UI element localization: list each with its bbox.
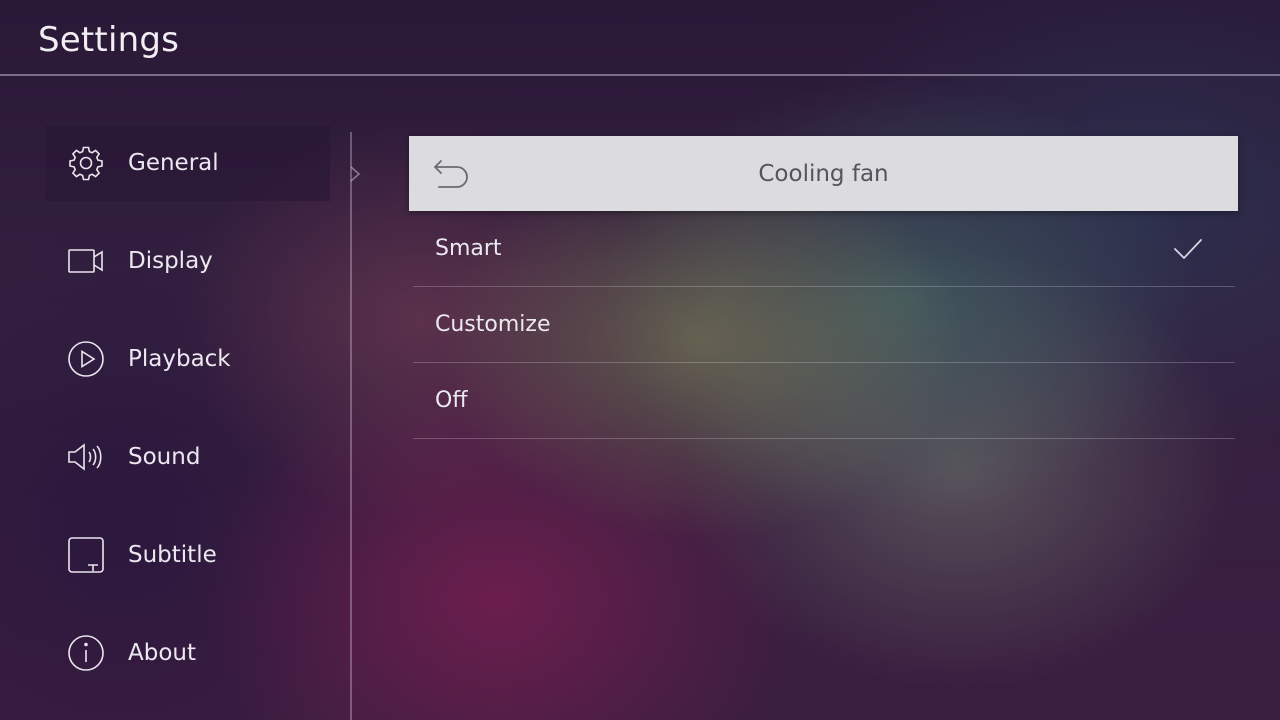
sidebar-item-sound[interactable]: Sound [46,419,330,495]
play-icon [66,339,106,379]
sidebar-item-label: About [128,640,197,666]
option-label: Off [435,388,468,413]
option-customize[interactable]: Customize [413,287,1235,363]
cooling-fan-panel: Cooling fan Smart Customize Off [409,136,1238,439]
display-icon [66,241,106,281]
sidebar: General Display Playback Sound Subtitle … [46,125,346,713]
checkmark-icon [1174,239,1202,259]
active-item-arrow-icon [350,166,361,182]
option-list: Smart Customize Off [413,211,1235,439]
sidebar-item-label: Subtitle [128,542,217,568]
sidebar-item-subtitle[interactable]: Subtitle [46,517,330,593]
option-off[interactable]: Off [413,363,1235,439]
subtitle-icon [66,535,106,575]
top-bar: Settings [0,0,1280,76]
sidebar-item-about[interactable]: About [46,615,330,691]
panel-title: Cooling fan [758,160,889,187]
settings-screen: Settings General Display Playback Sound … [0,0,1280,720]
sidebar-divider [350,132,352,720]
option-label: Smart [435,236,502,261]
sidebar-item-label: Playback [128,346,231,372]
info-icon [66,633,106,673]
back-arrow-icon[interactable] [431,155,471,193]
option-smart[interactable]: Smart [413,211,1235,287]
panel-header: Cooling fan [409,136,1238,211]
option-label: Customize [435,312,551,337]
sidebar-item-label: General [128,150,219,176]
gear-icon [66,143,106,183]
sidebar-item-general[interactable]: General [46,125,330,201]
sidebar-item-label: Display [128,248,213,274]
sidebar-item-display[interactable]: Display [46,223,330,299]
sidebar-item-label: Sound [128,444,201,470]
sidebar-item-playback[interactable]: Playback [46,321,330,397]
page-title: Settings [38,20,180,60]
speaker-icon [66,437,106,477]
